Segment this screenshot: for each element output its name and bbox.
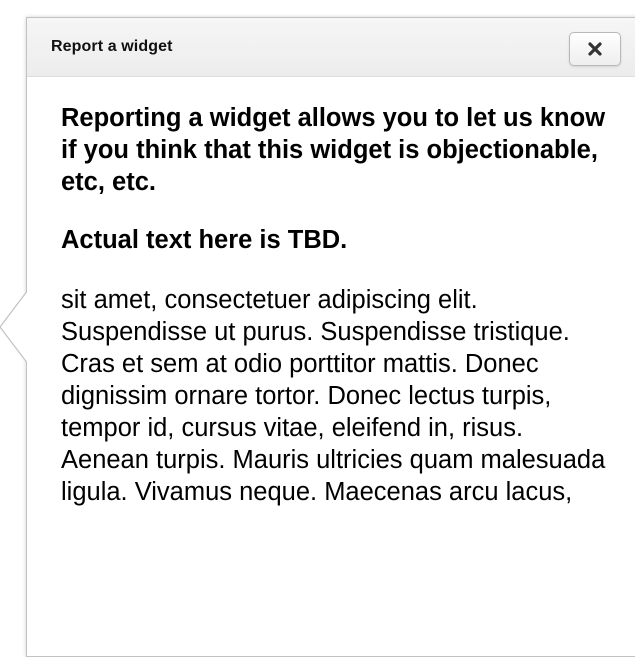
dialog-subhead: Actual text here is TBD. — [61, 226, 348, 254]
close-button[interactable] — [569, 32, 621, 66]
report-widget-dialog: Report a widget Reporting a widget allow… — [26, 17, 635, 657]
popover-pointer — [0, 290, 30, 390]
dialog-title: Report a widget — [51, 38, 173, 55]
dialog-body-text: sit amet, consectetuer adipiscing elit. … — [61, 286, 606, 506]
close-icon — [588, 42, 602, 56]
dialog-titlebar: Report a widget — [27, 18, 635, 77]
dialog-lead-text: Reporting a widget allows you to let us … — [61, 104, 606, 196]
dialog-content: Reporting a widget allows you to let us … — [61, 102, 621, 508]
